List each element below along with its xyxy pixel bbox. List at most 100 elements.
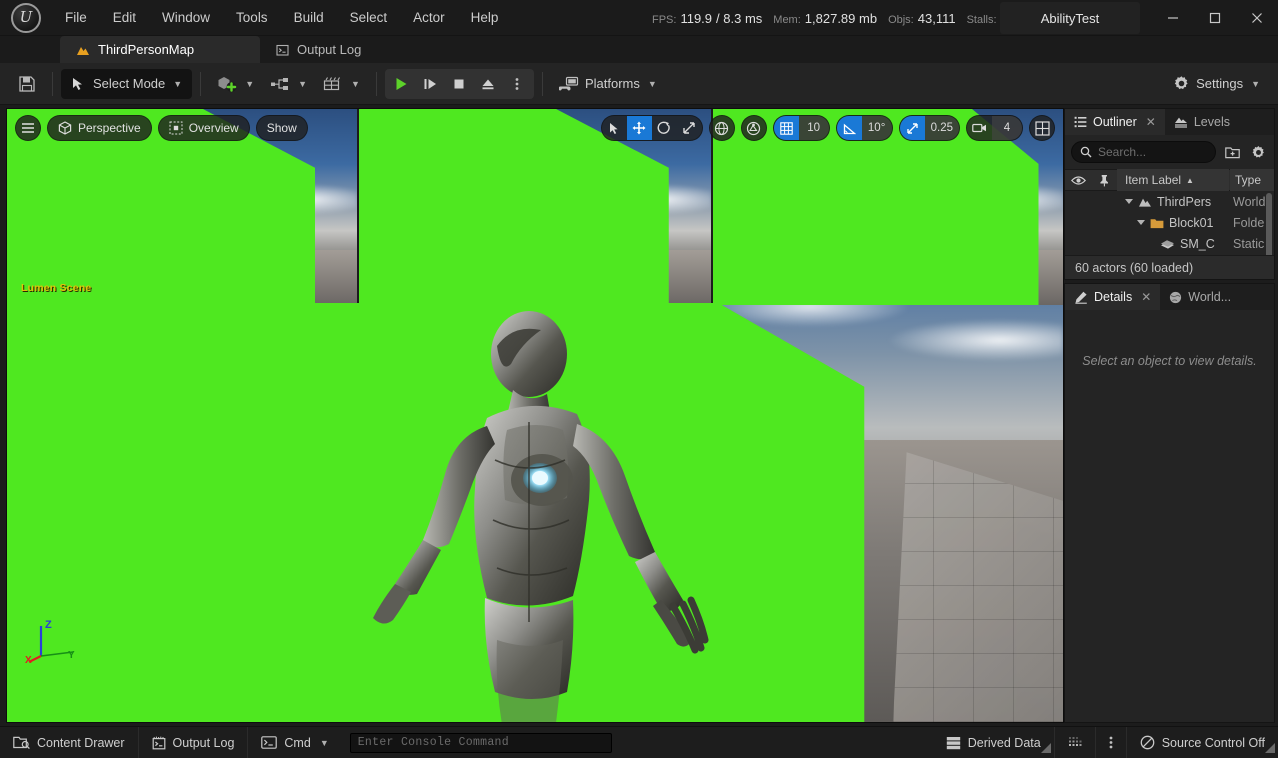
- grid-snap-value[interactable]: 10: [798, 116, 829, 140]
- outliner-tab-strip: Outliner ✕ Levels: [1065, 109, 1274, 135]
- show-flags-button[interactable]: Show: [255, 115, 308, 141]
- axis-label-z: Z: [45, 619, 52, 631]
- outliner-row-world[interactable]: ThirdPers: [1125, 195, 1230, 209]
- platforms-label: Platforms: [584, 76, 640, 91]
- table-row[interactable]: Block01 Folde: [1065, 212, 1274, 233]
- eject-button[interactable]: [474, 69, 503, 99]
- unreal-engine-logo[interactable]: U: [0, 0, 52, 35]
- menu-file[interactable]: File: [52, 0, 100, 36]
- source-control-button[interactable]: Source Control Off: [1127, 727, 1278, 758]
- scale-snap-toggle[interactable]: [899, 116, 925, 140]
- add-actor-button[interactable]: ▼: [209, 70, 262, 98]
- play-options-button[interactable]: [503, 69, 532, 99]
- chevron-down-icon: ▼: [298, 78, 308, 89]
- details-empty-message: Select an object to view details.: [1082, 354, 1257, 368]
- menu-actor[interactable]: Actor: [400, 0, 458, 36]
- level-viewport[interactable]: Lumen Scene Reflection View: [6, 108, 1064, 723]
- viewport-menu-button[interactable]: [15, 115, 41, 141]
- expand-arrow-icon[interactable]: [1137, 220, 1145, 225]
- status-more-button[interactable]: [1096, 727, 1127, 758]
- step-button[interactable]: [416, 69, 445, 99]
- axis-label-x: X: [25, 655, 32, 664]
- maximize-button[interactable]: [1194, 0, 1236, 36]
- column-pin[interactable]: [1091, 169, 1117, 191]
- menu-tools[interactable]: Tools: [223, 0, 281, 36]
- menu-edit[interactable]: Edit: [100, 0, 149, 36]
- column-item-label[interactable]: Item Label ▲: [1117, 169, 1229, 191]
- tab-outliner[interactable]: Outliner ✕: [1065, 109, 1165, 135]
- move-tool-button[interactable]: [626, 116, 652, 140]
- camera-speed-group: 4: [966, 115, 1023, 141]
- axis-label-y: Y: [68, 650, 75, 661]
- menu-build[interactable]: Build: [281, 0, 337, 36]
- outliner-settings-button[interactable]: [1248, 142, 1268, 162]
- stat-stalls-label: Stalls:: [966, 13, 997, 26]
- search-placeholder: Search...: [1098, 145, 1147, 159]
- stop-button[interactable]: [445, 69, 474, 99]
- viewport-layout-button[interactable]: [1029, 115, 1055, 141]
- folder-icon: [1150, 218, 1164, 228]
- tab-levels[interactable]: Levels: [1165, 109, 1239, 135]
- output-log-button[interactable]: Output Log: [139, 727, 249, 758]
- select-tool-button[interactable]: [602, 116, 627, 140]
- tab-details[interactable]: Details ✕: [1065, 284, 1161, 310]
- outliner-scrollbar[interactable]: [1266, 193, 1272, 255]
- unreal-engine-logo-icon: U: [11, 2, 41, 33]
- blueprint-button[interactable]: ▼: [262, 70, 315, 98]
- camera-speed-value[interactable]: 4: [992, 116, 1022, 140]
- angle-snap-value[interactable]: 10°: [861, 116, 892, 140]
- surface-snap-button[interactable]: [740, 115, 767, 141]
- chevron-down-icon: ▼: [647, 78, 657, 89]
- table-row[interactable]: ThirdPers World: [1065, 191, 1274, 212]
- play-button[interactable]: [387, 69, 416, 99]
- title-bar: U File Edit Window Tools Build Select Ac…: [0, 0, 1278, 36]
- minimize-button[interactable]: [1152, 0, 1194, 36]
- outliner-row-static-mesh[interactable]: SM_C: [1160, 237, 1230, 251]
- camera-speed-toggle[interactable]: [967, 116, 992, 140]
- source-control-label: Source Control Off: [1161, 735, 1265, 750]
- play-icon: [396, 77, 407, 90]
- cinematics-button[interactable]: ▼: [315, 70, 368, 98]
- outliner-column-headers: Item Label ▲ Type: [1065, 169, 1274, 191]
- surface-snap-icon: [747, 121, 761, 135]
- stat-fps-value: 119.9: [680, 10, 713, 26]
- table-row[interactable]: SM_C Static: [1065, 233, 1274, 254]
- scale-snap-value[interactable]: 0.25: [924, 116, 959, 140]
- menu-select[interactable]: Select: [337, 0, 401, 36]
- close-button[interactable]: [1236, 0, 1278, 36]
- content-drawer-button[interactable]: Content Drawer: [0, 727, 139, 758]
- camera-mode-button[interactable]: Perspective: [47, 115, 152, 141]
- coordinate-system-button[interactable]: [708, 115, 735, 141]
- scale-tool-button[interactable]: [677, 116, 702, 140]
- column-type[interactable]: Type: [1230, 169, 1274, 191]
- outliner-tree[interactable]: ThirdPers World Block01 Folde SM_C Stati…: [1065, 191, 1274, 255]
- cmd-label: Cmd: [284, 735, 311, 750]
- expand-arrow-icon[interactable]: [1125, 199, 1133, 204]
- search-input[interactable]: Search...: [1071, 141, 1216, 163]
- close-icon[interactable]: ✕: [1141, 290, 1151, 304]
- menu-window[interactable]: Window: [149, 0, 223, 36]
- settings-dropdown[interactable]: Settings ▼: [1165, 70, 1268, 98]
- details-panel: Details ✕ World... Select an object to v…: [1064, 283, 1275, 723]
- tab-world-settings[interactable]: World...: [1160, 284, 1240, 310]
- cmd-dropdown[interactable]: Cmd ▼: [248, 727, 341, 758]
- tab-output-log[interactable]: Output Log: [260, 36, 377, 63]
- select-mode-dropdown[interactable]: Select Mode ▼: [61, 68, 193, 99]
- grid-snap-toggle[interactable]: [773, 116, 799, 140]
- column-visibility[interactable]: [1065, 169, 1091, 191]
- outliner-row-folder[interactable]: Block01: [1137, 216, 1230, 230]
- console-command-input[interactable]: Enter Console Command: [349, 732, 612, 753]
- rotate-tool-button[interactable]: [652, 116, 677, 140]
- new-folder-button[interactable]: [1222, 142, 1242, 162]
- platforms-dropdown[interactable]: Platforms ▼: [551, 70, 665, 98]
- stat-objects: Objs: 43,111: [888, 11, 956, 26]
- resource-grid-button[interactable]: [1055, 727, 1096, 758]
- tab-third-person-map[interactable]: ThirdPersonMap: [60, 36, 260, 63]
- derived-data-button[interactable]: Derived Data: [933, 727, 1055, 758]
- status-bar: Content Drawer Output Log Cmd ▼ Enter Co…: [0, 726, 1278, 758]
- close-icon[interactable]: ✕: [1146, 115, 1156, 129]
- angle-snap-toggle[interactable]: [836, 116, 862, 140]
- view-mode-button[interactable]: Overview: [157, 115, 250, 141]
- save-button[interactable]: [10, 70, 44, 98]
- menu-help[interactable]: Help: [458, 0, 512, 36]
